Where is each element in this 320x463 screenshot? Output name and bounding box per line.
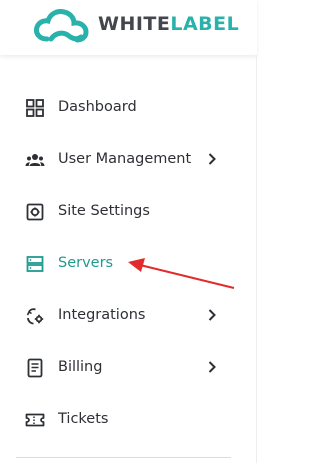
sidebar-item-billing[interactable]: Billing (0, 341, 240, 393)
brand-part-1: WHITE (98, 13, 171, 35)
sidebar-item-label: User Management (58, 151, 192, 167)
ticket-icon (25, 413, 45, 427)
chevron-right-icon (208, 309, 216, 321)
sidebar-item-user-management[interactable]: User Management (0, 133, 240, 185)
chevron-right-icon (208, 361, 216, 373)
header: WHITELABEL (0, 0, 257, 55)
server-icon (26, 256, 44, 272)
sidebar-item-tickets[interactable]: Tickets (0, 393, 240, 445)
integrations-icon (26, 308, 44, 325)
cloud-logo-icon (34, 9, 89, 43)
sidebar-item-label: Dashboard (58, 99, 137, 115)
sidebar-edge (256, 55, 257, 463)
sidebar-item-label: Integrations (58, 307, 146, 323)
sidebar-item-integrations[interactable]: Integrations (0, 289, 240, 341)
dashboard-icon (26, 99, 44, 117)
sidebar-item-label: Billing (58, 359, 103, 375)
brand-part-2: LABEL (170, 13, 240, 35)
sidebar-item-label: Site Settings (58, 203, 150, 219)
sidebar-item-label: Servers (58, 255, 114, 271)
sidebar-item-dashboard[interactable]: Dashboard (0, 81, 240, 133)
chevron-right-icon (208, 153, 216, 165)
sidebar-item-label: Tickets (58, 411, 109, 427)
users-icon (25, 154, 45, 166)
sidebar-item-site-settings[interactable]: Site Settings (0, 185, 240, 237)
sidebar-item-servers[interactable]: Servers (0, 237, 240, 289)
settings-icon (26, 203, 44, 221)
sidebar-divider (16, 457, 231, 458)
billing-icon (27, 358, 43, 378)
brand-name: WHITELABEL (98, 12, 239, 36)
